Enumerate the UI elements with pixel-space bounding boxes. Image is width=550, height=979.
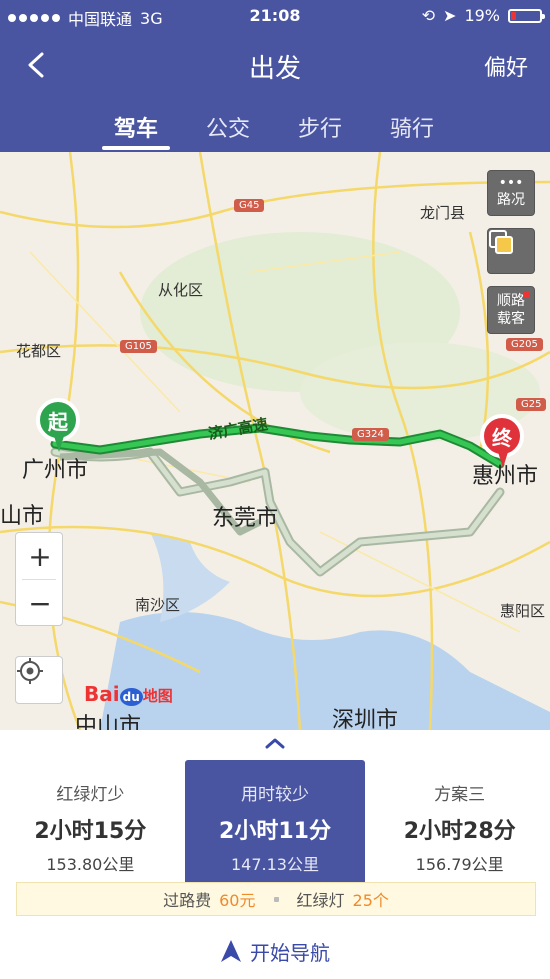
- tab-label: 驾车: [113, 117, 158, 142]
- map-view[interactable]: 龙门县 从化区 花都区 广州市 山市 东莞市 南沙区 中山市 深圳市 惠州市 惠…: [0, 152, 550, 730]
- layers-button[interactable]: [487, 228, 535, 274]
- end-marker[interactable]: 终: [480, 414, 524, 470]
- map-canvas: [0, 152, 550, 730]
- route-plans: 红绿灯少 2小时15分 153.80公里 用时较少 2小时11分 147.13公…: [0, 760, 550, 894]
- logo-suffix: 地图: [142, 687, 173, 705]
- logo-brand: Bai: [84, 682, 120, 706]
- tab-label: 公交: [205, 117, 250, 142]
- lock-rotation-icon: ⟲: [421, 6, 436, 25]
- plan-label: 方案三: [434, 784, 486, 805]
- tab-transit[interactable]: 公交: [182, 102, 274, 152]
- plan-distance: 156.79公里: [415, 854, 504, 874]
- plan-duration: 2小时11分: [219, 818, 331, 844]
- navigation-arrow-icon: [221, 940, 241, 962]
- map-label: 中山市: [75, 714, 142, 730]
- start-marker[interactable]: 起: [36, 398, 80, 454]
- zoom-control: + −: [15, 532, 63, 626]
- route-info-bar: 过路费 60元 红绿灯 25个: [16, 882, 536, 916]
- traffic-icon: •••: [498, 175, 524, 191]
- hitch-ride-button[interactable]: 顺路 载客: [487, 286, 535, 334]
- map-label: 广州市: [22, 458, 89, 483]
- map-label: 花都区: [16, 342, 62, 360]
- map-label: 从化区: [158, 281, 204, 299]
- tab-driving[interactable]: 驾车: [90, 102, 182, 152]
- locate-button[interactable]: [15, 656, 63, 704]
- logo-mid: du: [119, 688, 143, 706]
- toll-label: 过路费: [163, 891, 212, 910]
- road-shield: G205: [506, 338, 543, 351]
- notification-dot: [523, 291, 530, 298]
- plan-label: 红绿灯少: [56, 784, 125, 805]
- map-label: 惠阳区: [500, 602, 546, 620]
- plan-duration: 2小时15分: [34, 818, 147, 844]
- plan-duration: 2小时28分: [403, 818, 516, 844]
- road-shield: G25: [516, 398, 547, 411]
- start-navigation-button[interactable]: 开始导航: [0, 928, 550, 974]
- traffic-button[interactable]: ••• 路况: [487, 170, 535, 216]
- tab-cycling[interactable]: 骑行: [366, 102, 458, 152]
- start-navigation-label: 开始导航: [250, 940, 330, 965]
- road-shield: G105: [120, 340, 157, 353]
- chevron-up-icon[interactable]: [264, 736, 286, 750]
- traffic-lights-label: 红绿灯: [296, 891, 345, 910]
- battery-icon: [508, 8, 545, 23]
- tab-walking[interactable]: 步行: [274, 102, 366, 152]
- status-right: ⟲ ➤ 19%: [421, 6, 545, 25]
- zoom-in-button[interactable]: +: [16, 533, 64, 579]
- plan-distance: 153.80公里: [46, 854, 135, 874]
- map-label: 龙门县: [420, 204, 466, 222]
- tab-label: 步行: [297, 117, 342, 142]
- layers-icon: [489, 230, 513, 254]
- route-plan-option[interactable]: 红绿灯少 2小时15分 153.80公里: [0, 760, 181, 894]
- toll-value: 60元: [219, 891, 256, 910]
- map-label: 南沙区: [135, 596, 181, 614]
- locate-icon: [17, 658, 43, 684]
- traffic-label: 路况: [497, 192, 525, 208]
- plan-label: 用时较少: [241, 784, 309, 805]
- route-panel: 红绿灯少 2小时15分 153.80公里 用时较少 2小时11分 147.13公…: [0, 730, 550, 979]
- baidu-logo: Bai du 地图: [84, 682, 173, 706]
- plan-distance: 147.13公里: [231, 854, 319, 874]
- hitch-label-1: 顺路: [497, 293, 525, 309]
- page-title: 出发: [248, 54, 301, 84]
- road-shield: G324: [352, 428, 389, 441]
- hitch-label-2: 载客: [497, 311, 525, 327]
- map-label: 山市: [0, 504, 45, 529]
- map-label: 东莞市: [212, 506, 279, 531]
- battery-percent: 19%: [464, 6, 500, 25]
- map-label: 深圳市: [332, 708, 399, 730]
- info-divider: [273, 896, 279, 902]
- traffic-lights-value: 25个: [352, 891, 389, 910]
- mode-tabs: 驾车 公交 步行 骑行: [0, 102, 550, 152]
- route-plan-option-selected[interactable]: 用时较少 2小时11分 147.13公里: [184, 760, 366, 894]
- zoom-out-button[interactable]: −: [16, 580, 64, 626]
- location-arrow-icon: ➤: [443, 6, 457, 25]
- status-bar: 中国联通 3G 21:08 ⟲ ➤ 19%: [0, 0, 550, 30]
- road-shield: G45: [234, 199, 265, 212]
- tab-label: 骑行: [389, 117, 434, 142]
- preference-button[interactable]: 偏好: [484, 50, 528, 82]
- route-plan-option[interactable]: 方案三 2小时28分 156.79公里: [369, 760, 550, 894]
- nav-bar: 出发 偏好: [0, 30, 550, 102]
